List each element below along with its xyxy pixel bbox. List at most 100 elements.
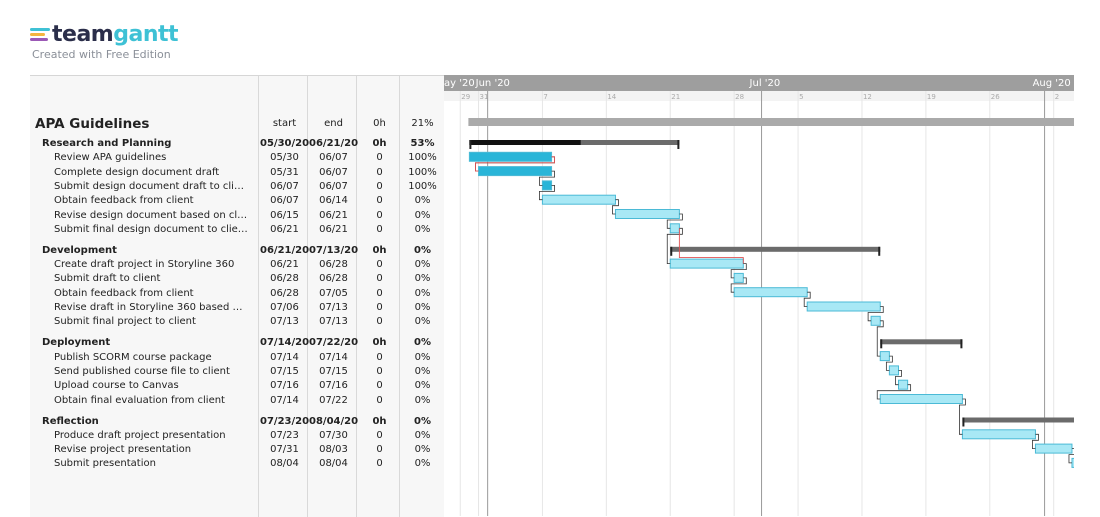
percent-complete: 0% [414, 287, 431, 299]
task-row[interactable]: Obtain feedback from client 06/07 06/14 0 0% [30, 194, 444, 208]
hours-column-header: 0h [373, 118, 386, 129]
group-bar-start-cap [670, 246, 673, 256]
start-date: 06/21 [270, 259, 299, 271]
task-row[interactable]: Review APA guidelines 05/30 06/07 0 100% [30, 151, 444, 165]
percent-complete: 0% [414, 316, 431, 328]
month-label: Aug '20 [1033, 78, 1071, 89]
task-row[interactable]: Revise project presentation 07/31 08/03 0 0% [30, 443, 444, 457]
hours-value: 0 [376, 223, 383, 235]
start-date: 07/15 [270, 365, 299, 377]
logo-word-team: team [52, 22, 114, 47]
percent-complete: 0% [414, 365, 431, 377]
percent-complete: 53% [410, 138, 435, 149]
week-label: 21 [671, 93, 680, 101]
end-date: 06/21 [319, 223, 348, 235]
end-date: 08/04/20 [309, 415, 359, 427]
task-bar[interactable] [1034, 443, 1073, 454]
end-date: 06/07 [319, 166, 348, 178]
week-label: 26 [991, 93, 1000, 101]
week-label: 14 [607, 93, 616, 101]
end-date: 07/13 [319, 316, 348, 328]
task-row[interactable]: Submit final design document to client 06… [30, 223, 444, 237]
task-bar[interactable] [1071, 457, 1074, 468]
task-name: Revise design document based on client f… [54, 209, 248, 221]
gantt-timeline: 29 31 7 14 21 28 5 12 19 26 2 ay '20 Jun '20 Jul '20 A… [444, 75, 1074, 516]
task-bar[interactable] [806, 301, 881, 312]
task-name: Submit final project to client [54, 316, 196, 328]
task-bar[interactable] [961, 429, 1036, 440]
percent-complete: 0% [414, 429, 431, 441]
task-bar[interactable] [733, 287, 808, 298]
task-row[interactable]: Publish SCORM course package 07/14 07/14 0 0… [30, 351, 444, 365]
task-row[interactable]: Submit presentation 08/04 08/04 0 0% [30, 457, 444, 471]
task-name: Revise project presentation [54, 444, 192, 456]
task-row[interactable]: Upload course to Canvas 07/16 07/16 0 0% [30, 379, 444, 393]
task-row[interactable]: Produce draft project presentation 07/23 0… [30, 429, 444, 443]
percent-complete: 100% [408, 152, 437, 164]
hours-value: 0 [376, 444, 383, 456]
start-date: 06/21/20 [260, 244, 310, 256]
percent-complete: 0% [414, 415, 431, 427]
hours-value: 0 [376, 287, 383, 299]
task-row[interactable]: Create draft project in Storyline 360 06/… [30, 258, 444, 272]
task-bar[interactable] [478, 166, 553, 177]
task-bar[interactable] [733, 272, 744, 283]
task-name: Complete design document draft [54, 166, 220, 178]
task-row[interactable]: Send published course file to client 07/1… [30, 365, 444, 379]
group-bar-end-cap [960, 339, 963, 349]
start-date: 07/14/20 [260, 337, 310, 349]
start-date: 07/14 [270, 394, 299, 406]
end-date: 06/14 [319, 195, 348, 207]
group-summary-bar[interactable] [962, 417, 1074, 423]
task-bar[interactable] [614, 209, 680, 219]
project-summary-bar[interactable] [468, 118, 1074, 126]
task-row[interactable]: Complete design document draft 05/31 06/07… [30, 166, 444, 180]
hours-value: 0 [376, 152, 383, 164]
task-bar[interactable] [870, 315, 881, 326]
hours-value: 0 [376, 351, 383, 363]
end-date: 08/04 [319, 458, 348, 470]
task-bar[interactable] [468, 151, 553, 162]
group-summary-bar[interactable] [670, 246, 881, 252]
logo-stripes-icon [30, 28, 50, 42]
task-bar[interactable] [888, 365, 899, 376]
group-bar-start-cap [962, 417, 965, 427]
task-row[interactable]: Submit design document draft to client 06… [30, 180, 444, 194]
start-date: 07/14 [270, 351, 299, 363]
task-bar[interactable] [898, 379, 909, 390]
task-bar[interactable] [669, 258, 744, 269]
task-row[interactable]: Submit final project to client 07/13 07/13… [30, 315, 444, 329]
percent-complete: 0% [414, 458, 431, 470]
task-row[interactable]: Submit draft to client 06/28 06/28 0 0% [30, 272, 444, 286]
start-date: 07/13 [270, 316, 299, 328]
logo-word-gantt: gantt [113, 22, 179, 47]
task-row[interactable]: Revise design document based on client f… [30, 209, 444, 223]
task-bar[interactable] [541, 180, 553, 191]
end-date: 07/22 [319, 394, 348, 406]
group-row[interactable]: Reflection 07/23/20 08/04/20 0h 0% [30, 415, 444, 429]
percent-complete: 0% [414, 259, 431, 271]
percent-column-header: 21% [411, 118, 434, 129]
task-row[interactable]: Obtain feedback from client 06/28 07/05 0 0% [30, 287, 444, 301]
task-bar[interactable] [541, 194, 616, 205]
hours-value: 0 [376, 180, 383, 192]
dependency-line [959, 398, 966, 435]
task-name: Obtain final evaluation from client [54, 394, 225, 406]
start-date: 05/30/20 [260, 138, 310, 149]
task-row[interactable]: Revise draft in Storyline 360 based on c… [30, 301, 444, 315]
task-bar[interactable] [879, 394, 963, 404]
hours-value: 0h [372, 244, 387, 256]
start-date: 07/16 [270, 380, 299, 392]
project-row[interactable]: APA Guidelines start end 0h 21% [30, 115, 444, 133]
end-date: 06/21 [319, 209, 348, 221]
group-summary-bar[interactable] [880, 339, 963, 345]
group-row[interactable]: Deployment 07/14/20 07/22/20 0h 0% [30, 336, 444, 350]
end-date: 07/30 [319, 429, 348, 441]
start-date: 06/28 [270, 273, 299, 285]
month-label: Jun '20 [475, 78, 510, 89]
task-row[interactable]: Obtain final evaluation from client 07/14… [30, 394, 444, 408]
group-row[interactable]: Research and Planning 05/30/20 06/21/20 0h 5… [30, 137, 444, 151]
task-bar[interactable] [879, 351, 890, 362]
group-row[interactable]: Development 06/21/20 07/13/20 0h 0% [30, 244, 444, 258]
task-bar[interactable] [669, 223, 680, 234]
